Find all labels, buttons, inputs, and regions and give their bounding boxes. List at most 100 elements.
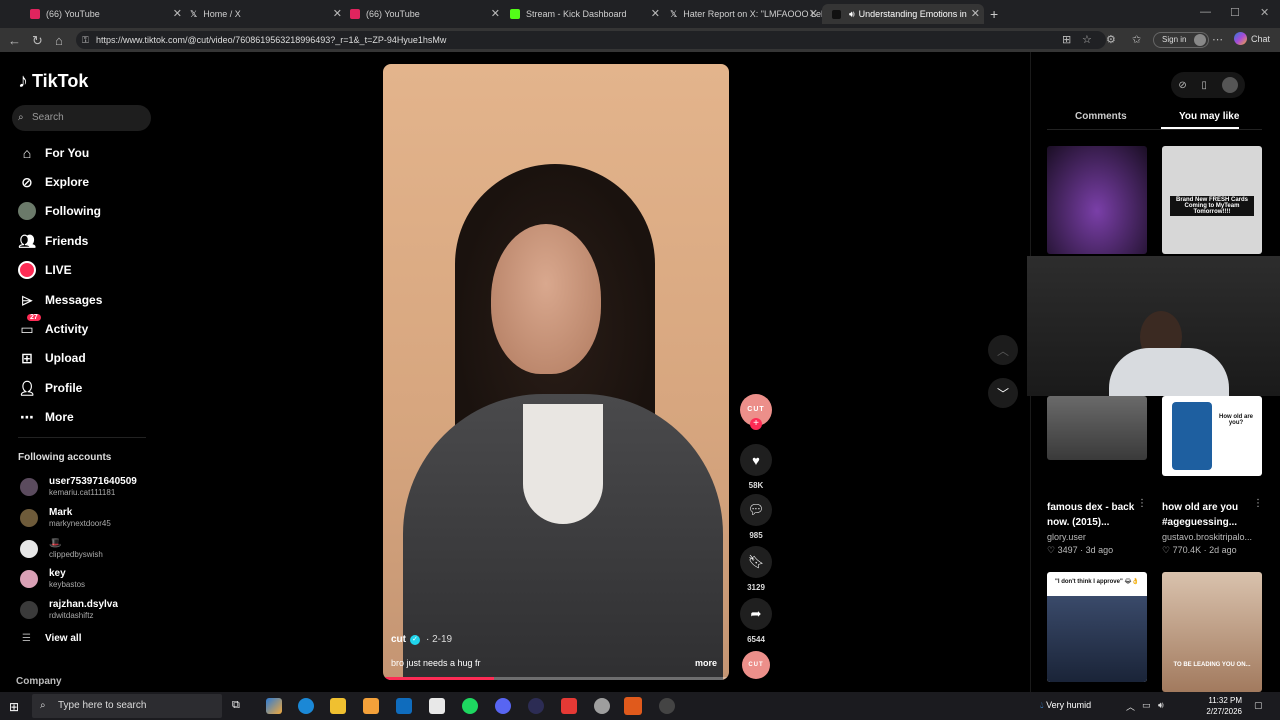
- browser-tab[interactable]: (66) YouTube ✕: [340, 4, 504, 24]
- sign-in-button[interactable]: Sign in: [1153, 32, 1210, 48]
- video-thumbnail[interactable]: [1047, 396, 1147, 460]
- video-thumbnail[interactable]: Brand New FRESH Cards Coming to MyTeam T…: [1162, 146, 1262, 254]
- mail-icon[interactable]: [396, 698, 412, 714]
- video-caption[interactable]: famous dex - back now. (2015)...: [1047, 500, 1142, 530]
- browser-tab[interactable]: (66) YouTube ✕: [20, 4, 186, 24]
- menu-dots-icon[interactable]: ⋯: [1212, 33, 1223, 46]
- tab-you-may-like[interactable]: You may like: [1179, 111, 1239, 122]
- browser-tab[interactable]: 𝕏 Home / X ✕: [180, 4, 346, 24]
- tab-comments[interactable]: Comments: [1075, 111, 1127, 122]
- nav-more[interactable]: ⋯ More: [18, 408, 74, 426]
- network-icon[interactable]: ▭: [1142, 700, 1151, 711]
- nav-friends[interactable]: 👥︎ Friends: [18, 232, 88, 250]
- nav-activity[interactable]: ▭ 27 Activity: [18, 314, 88, 338]
- windows-start-icon[interactable]: ⊞: [9, 700, 19, 714]
- tray-chevron-icon[interactable]: ︿: [1126, 700, 1135, 713]
- browser-tab[interactable]: Stream - Kick Dashboard ✕: [500, 4, 664, 24]
- company-link[interactable]: Company: [16, 676, 62, 687]
- compass-icon: ⊘: [21, 173, 33, 190]
- close-icon[interactable]: ✕: [967, 7, 980, 20]
- following-account[interactable]: rajzhan.dsylva rdwitdashiftz: [20, 599, 118, 620]
- nav-for-you[interactable]: ⌂ For You: [18, 144, 89, 162]
- compass-icon[interactable]: ⊘: [1178, 80, 1186, 91]
- like-button[interactable]: ♥ 58K: [740, 444, 772, 490]
- video-progress-bar[interactable]: [383, 677, 729, 680]
- nav-upload[interactable]: ⊞ Upload: [18, 349, 86, 367]
- more-options-icon[interactable]: ⋮: [1137, 498, 1147, 509]
- phone-icon[interactable]: ▯: [1201, 80, 1207, 91]
- refresh-icon[interactable]: ↻: [32, 33, 43, 49]
- store-icon[interactable]: [363, 698, 379, 714]
- comment-button[interactable]: 💬︎ 985: [740, 494, 772, 540]
- browser-tab[interactable]: 𝕏 Hater Report on X: "LMFAOOO Lel ✕: [660, 4, 822, 24]
- weather-widget[interactable]: 💧︎ Very humid: [1040, 700, 1091, 711]
- tiktok-logo[interactable]: ♪ TikTok: [18, 70, 88, 93]
- video-author[interactable]: cut ✓ · 2-19: [391, 634, 452, 645]
- video-thumbnail[interactable]: TO BE LEADING YOU ON...: [1162, 572, 1262, 692]
- extensions-icon[interactable]: ⚙: [1106, 33, 1116, 46]
- following-account[interactable]: 🎩 clippedbyswish: [20, 538, 103, 559]
- back-icon[interactable]: ←: [8, 33, 21, 48]
- app-icon[interactable]: [594, 698, 610, 714]
- more-icon: ⋯: [20, 408, 34, 425]
- more-options-icon[interactable]: ⋮: [1253, 498, 1263, 509]
- copilot-icon[interactable]: [266, 698, 282, 714]
- nav-live[interactable]: LIVE: [18, 261, 72, 279]
- video-thumbnail[interactable]: [1047, 146, 1147, 254]
- save-button[interactable]: 🔖︎ 3129: [740, 546, 772, 592]
- favorites-icon[interactable]: ✩: [1132, 33, 1141, 46]
- close-window-button[interactable]: ✕: [1260, 6, 1269, 19]
- app-icon[interactable]: [561, 698, 577, 714]
- view-all-link[interactable]: ☰ View all: [22, 633, 81, 644]
- search-input[interactable]: ⌕ Search: [12, 105, 151, 131]
- nav-messages[interactable]: ⌲ Messages: [18, 291, 103, 309]
- task-view-icon[interactable]: ⧉: [232, 699, 248, 715]
- volume-icon[interactable]: 🔊︎: [1158, 700, 1164, 711]
- minimize-button[interactable]: —: [1200, 6, 1211, 18]
- following-account[interactable]: Mark markynextdoor45: [20, 507, 111, 528]
- video-thumbnail[interactable]: How old are you?: [1162, 396, 1262, 476]
- account-handle: clippedbyswish: [49, 550, 103, 559]
- tab-label: Hater Report on X: "LMFAOOO Lel: [683, 9, 822, 19]
- video-player[interactable]: cut ✓ · 2-19 bro just needs a hug fr mor…: [383, 64, 729, 680]
- nav-explore[interactable]: ⊘ Explore: [18, 173, 89, 191]
- taskbar-clock[interactable]: 11:32 PM 2/27/2026: [1176, 695, 1242, 717]
- nav-profile[interactable]: 👤︎ Profile: [18, 379, 82, 397]
- favorite-star-icon[interactable]: ☆: [1082, 33, 1092, 46]
- share-button[interactable]: ➦ 6544: [740, 598, 772, 644]
- close-icon[interactable]: ✕: [809, 7, 818, 20]
- discord-icon[interactable]: [495, 698, 511, 714]
- url-field[interactable]: ⚿ https://www.tiktok.com/@cut/video/7608…: [76, 31, 1106, 49]
- next-video-button[interactable]: ﹀: [988, 378, 1018, 408]
- app-icon[interactable]: [659, 698, 675, 714]
- notifications-icon[interactable]: ▢: [1254, 700, 1263, 711]
- music-disc-avatar[interactable]: CUT: [742, 651, 770, 679]
- app-icon[interactable]: [528, 698, 544, 714]
- obs-icon[interactable]: [624, 697, 642, 715]
- video-thumbnail[interactable]: "I don't think I approve" 😂👌: [1047, 572, 1147, 682]
- taskbar-search-input[interactable]: ⌕ Type here to search: [32, 694, 222, 718]
- profile-avatar-icon[interactable]: [1221, 77, 1238, 93]
- edge-icon[interactable]: [298, 698, 314, 714]
- video-caption[interactable]: how old are you #ageguessing...: [1162, 500, 1257, 530]
- close-icon[interactable]: ✕: [651, 7, 660, 20]
- notepad-icon[interactable]: [429, 698, 445, 714]
- following-account[interactable]: key keybastos: [20, 568, 85, 589]
- caption-more-button[interactable]: more: [695, 658, 717, 668]
- video-username[interactable]: gustavo.broskitripalo...: [1162, 532, 1257, 542]
- account-handle: keybastos: [49, 580, 86, 589]
- home-icon[interactable]: ⌂: [55, 33, 63, 48]
- browser-tab-active[interactable]: 🔊︎ Understanding Emotions in R ✕: [822, 4, 984, 24]
- following-account[interactable]: user7539716405​09 kemariu.cat111181: [20, 476, 137, 497]
- new-tab-button[interactable]: +: [990, 6, 998, 22]
- file-explorer-icon[interactable]: [330, 698, 346, 714]
- spotify-icon[interactable]: [462, 698, 478, 714]
- nav-following[interactable]: Following: [18, 202, 101, 220]
- follow-plus-icon[interactable]: +: [750, 418, 762, 430]
- video-username[interactable]: glory.user: [1047, 532, 1142, 542]
- maximize-button[interactable]: ☐: [1230, 6, 1240, 19]
- copilot-chat-button[interactable]: Chat: [1234, 32, 1270, 45]
- previous-video-button[interactable]: ︿: [988, 335, 1018, 365]
- close-icon[interactable]: ✕: [491, 7, 500, 20]
- app-available-icon[interactable]: ⊞: [1062, 33, 1071, 46]
